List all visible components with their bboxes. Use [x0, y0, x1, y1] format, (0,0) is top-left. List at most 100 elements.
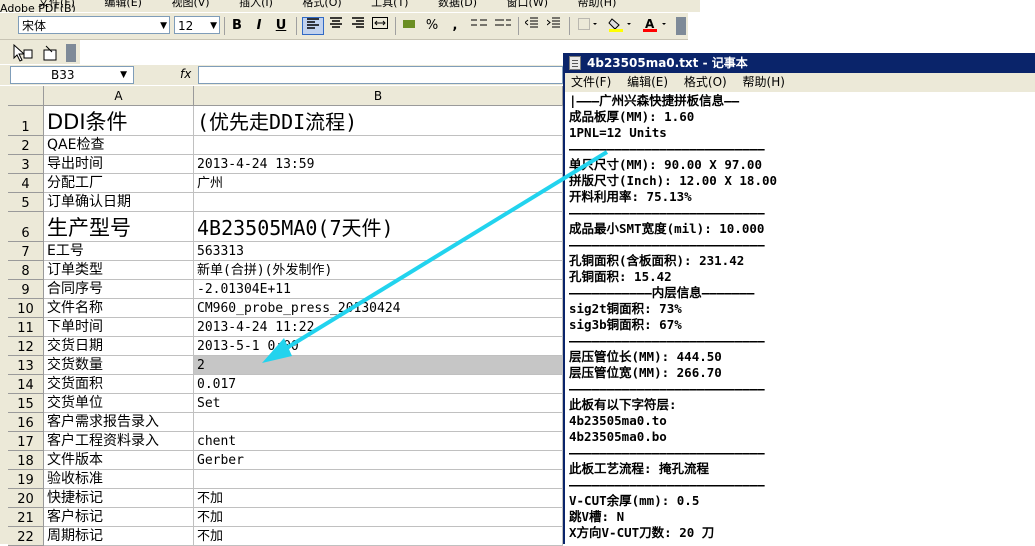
cell-b[interactable]: 不加	[194, 489, 563, 508]
row-header[interactable]: 3	[8, 155, 44, 174]
font-name-select[interactable]: 宋体 ▼	[18, 16, 170, 34]
chevron-down-icon[interactable]: ▼	[160, 17, 167, 35]
row-header[interactable]: 10	[8, 299, 44, 318]
row-header[interactable]: 22	[8, 527, 44, 546]
row-header[interactable]: 7	[8, 242, 44, 261]
cell-b[interactable]: (优先走DDI流程)	[194, 106, 563, 136]
cell-a[interactable]: DDI条件	[44, 106, 194, 136]
row-header[interactable]: 15	[8, 394, 44, 413]
cell-b[interactable]: CM960_probe_press_20130424	[194, 299, 563, 318]
cell-a[interactable]: 快捷标记	[44, 489, 194, 508]
cell-a[interactable]: 交货面积	[44, 375, 194, 394]
cell-a[interactable]: 周期标记	[44, 527, 194, 546]
align-center-button[interactable]	[326, 17, 346, 35]
increase-decimal-button[interactable]	[468, 17, 490, 35]
cell-b[interactable]: 2013-4-24 11:22	[194, 318, 563, 337]
menu-insert[interactable]: 插入(I)	[239, 0, 273, 8]
cell-a[interactable]: 导出时间	[44, 155, 194, 174]
menu-adobe-pdf[interactable]: Adobe PDF(B)	[0, 3, 76, 12]
toolbar-options-handle[interactable]	[676, 17, 686, 35]
cell-a[interactable]: 生产型号	[44, 212, 194, 242]
cell-b[interactable]: 广州	[194, 174, 563, 193]
cell-a[interactable]: 交货日期	[44, 337, 194, 356]
merge-center-button[interactable]	[370, 17, 390, 35]
percent-button[interactable]: %	[422, 17, 442, 35]
bold-button[interactable]: B	[228, 17, 246, 35]
cell-b[interactable]: Gerber	[194, 451, 563, 470]
cell-b[interactable]: 563313	[194, 242, 563, 261]
cell-b[interactable]: chent	[194, 432, 563, 451]
font-size-select[interactable]: 12 ▼	[174, 16, 220, 34]
cell-a[interactable]: 文件名称	[44, 299, 194, 318]
np-menu-file[interactable]: 文件(F)	[571, 73, 611, 92]
cell-a[interactable]: 客户需求报告录入	[44, 413, 194, 432]
increase-indent-button[interactable]	[544, 17, 564, 35]
np-menu-format[interactable]: 格式(O)	[684, 73, 727, 92]
cell-b[interactable]: 2	[194, 356, 563, 375]
cell-b[interactable]	[194, 413, 563, 432]
row-header[interactable]: 13	[8, 356, 44, 375]
cell-a[interactable]: 验收标准	[44, 470, 194, 489]
menu-help[interactable]: 帮助(H)	[578, 0, 617, 8]
cell-a[interactable]: 分配工厂	[44, 174, 194, 193]
borders-button[interactable]	[574, 17, 602, 35]
menu-view[interactable]: 视图(V)	[171, 0, 209, 8]
cell-b[interactable]: 0.017	[194, 375, 563, 394]
row-header[interactable]: 17	[8, 432, 44, 451]
cell-b[interactable]	[194, 136, 563, 155]
row-header[interactable]: 6	[8, 212, 44, 242]
notepad-text-area[interactable]: |———广州兴森快捷拼板信息—— 成品板厚(MM): 1.60 1PNL=12 Un…	[569, 93, 1029, 541]
np-menu-help[interactable]: 帮助(H)	[743, 73, 785, 92]
cell-b[interactable]: 不加	[194, 508, 563, 527]
underline-button[interactable]: U	[272, 17, 290, 35]
currency-button[interactable]	[400, 17, 418, 35]
fill-color-button[interactable]	[606, 17, 636, 35]
row-header[interactable]: 1	[8, 106, 44, 136]
cell-b[interactable]: -2.01304E+11	[194, 280, 563, 299]
cell-b[interactable]: 2013-5-1 0:00	[194, 337, 563, 356]
cell-b[interactable]: 2013-4-24 13:59	[194, 155, 563, 174]
column-header-b[interactable]: B	[194, 86, 563, 106]
notepad-titlebar[interactable]: 4b23505ma0.txt - 记事本	[565, 53, 1035, 73]
toolbar-options-handle[interactable]	[66, 44, 76, 62]
row-header[interactable]: 20	[8, 489, 44, 508]
row-header[interactable]: 9	[8, 280, 44, 299]
font-color-button[interactable]: A	[640, 17, 672, 35]
decrease-indent-button[interactable]	[522, 17, 542, 35]
row-header[interactable]: 2	[8, 136, 44, 155]
menu-window[interactable]: 窗口(W)	[507, 0, 548, 8]
chevron-down-icon[interactable]: ▼	[120, 67, 127, 83]
row-header[interactable]: 14	[8, 375, 44, 394]
italic-button[interactable]: I	[250, 17, 268, 35]
row-header[interactable]: 4	[8, 174, 44, 193]
fx-icon[interactable]: fx	[180, 67, 191, 81]
cell-a[interactable]: E工号	[44, 242, 194, 261]
cell-a[interactable]: 合同序号	[44, 280, 194, 299]
edit-comment-button[interactable]	[40, 44, 62, 62]
menu-data[interactable]: 数据(D)	[438, 0, 477, 8]
cell-a[interactable]: 订单类型	[44, 261, 194, 280]
menu-format[interactable]: 格式(O)	[302, 0, 341, 8]
cell-b[interactable]: 不加	[194, 527, 563, 546]
name-box[interactable]: B33 ▼	[10, 66, 134, 84]
column-header-a[interactable]: A	[44, 86, 194, 106]
cell-a[interactable]: 交货单位	[44, 394, 194, 413]
row-header[interactable]: 8	[8, 261, 44, 280]
align-left-button[interactable]	[302, 17, 324, 35]
row-header[interactable]: 11	[8, 318, 44, 337]
decrease-decimal-button[interactable]	[492, 17, 514, 35]
cell-a[interactable]: 客户标记	[44, 508, 194, 527]
row-header[interactable]: 21	[8, 508, 44, 527]
row-header[interactable]: 18	[8, 451, 44, 470]
cell-a[interactable]: 交货数量	[44, 356, 194, 375]
cell-b[interactable]: 4B23505MA0(7天件)	[194, 212, 563, 242]
cell-b[interactable]: Set	[194, 394, 563, 413]
row-header[interactable]: 16	[8, 413, 44, 432]
cell-a[interactable]: 客户工程资料录入	[44, 432, 194, 451]
select-all-corner[interactable]	[8, 86, 44, 106]
cell-b[interactable]: 新单(合拼)(外发制作)	[194, 261, 563, 280]
align-right-button[interactable]	[348, 17, 368, 35]
cell-b[interactable]	[194, 193, 563, 212]
chevron-down-icon[interactable]: ▼	[210, 17, 217, 35]
arrow-cursor-button[interactable]	[10, 43, 36, 62]
